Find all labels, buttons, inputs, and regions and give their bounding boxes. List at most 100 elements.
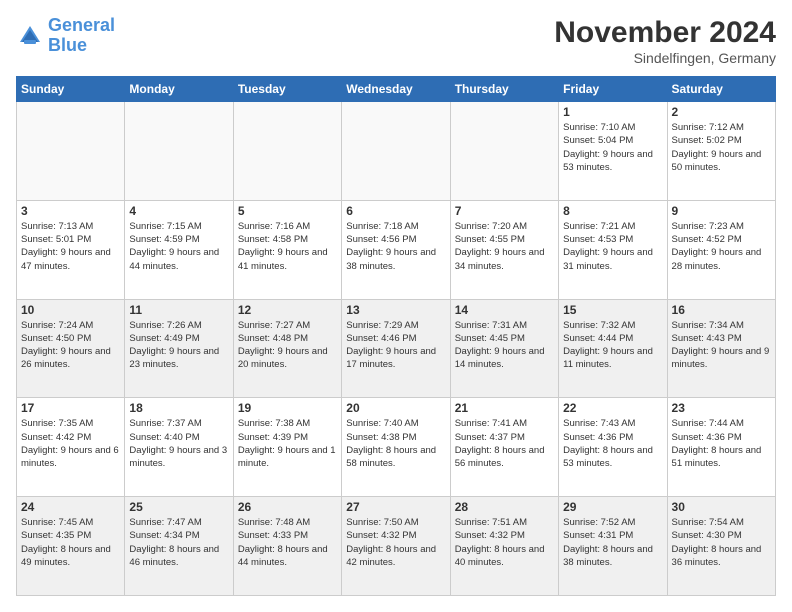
day-cell: 30 Sunrise: 7:54 AMSunset: 4:30 PMDayligh…: [667, 497, 775, 596]
day-info: Sunrise: 7:37 AMSunset: 4:40 PMDaylight:…: [129, 417, 228, 470]
daylight-label: Daylight: 9 hours: [129, 247, 203, 258]
daylight-label: Daylight: 9 hours: [455, 247, 529, 258]
day-info: Sunrise: 7:26 AMSunset: 4:49 PMDaylight:…: [129, 319, 228, 372]
day-number: 13: [346, 303, 445, 317]
day-info: Sunrise: 7:45 AMSunset: 4:35 PMDaylight:…: [21, 516, 120, 569]
day-info: Sunrise: 7:38 AMSunset: 4:39 PMDaylight:…: [238, 417, 337, 470]
day-cell: 16 Sunrise: 7:34 AMSunset: 4:43 PMDayligh…: [667, 299, 775, 398]
daylight-label: Daylight: 9 hours: [346, 247, 420, 258]
day-cell: 6Sunrise: 7:18 AMSunset: 4:56 PMDaylight…: [342, 200, 450, 299]
location: Sindelfingen, Germany: [554, 50, 776, 66]
day-number: 15: [563, 303, 662, 317]
day-cell: [17, 102, 125, 201]
day-number: 8: [563, 204, 662, 218]
day-info: Sunrise: 7:23 AMSunset: 4:52 PMDaylight:…: [672, 220, 771, 273]
day-number: 29: [563, 500, 662, 514]
week-row-3: 17Sunrise: 7:35 AMSunset: 4:42 PMDayligh…: [17, 398, 776, 497]
week-row-2: 10Sunrise: 7:24 AMSunset: 4:50 PMDayligh…: [17, 299, 776, 398]
day-info: Sunrise: 7:18 AMSunset: 4:56 PMDaylight:…: [346, 220, 445, 273]
day-number: 7: [455, 204, 554, 218]
daylight-label: Daylight: 9 hours: [672, 247, 746, 258]
day-cell: 14 Sunrise: 7:31 AMSunset: 4:45 PMDayligh…: [450, 299, 558, 398]
day-info: Sunrise: 7:51 AMSunset: 4:32 PMDaylight:…: [455, 516, 554, 569]
page: General Blue November 2024 Sindelfingen,…: [0, 0, 792, 612]
day-info: Sunrise: 7:47 AMSunset: 4:34 PMDaylight:…: [129, 516, 228, 569]
daylight-label: Daylight: 9 hours: [21, 346, 95, 357]
day-info: Sunrise: 7:27 AMSunset: 4:48 PMDaylight:…: [238, 319, 337, 372]
logo-line2: Blue: [48, 35, 87, 55]
day-info: Sunrise: 7:40 AMSunset: 4:38 PMDaylight:…: [346, 417, 445, 470]
day-cell: 24Sunrise: 7:45 AMSunset: 4:35 PMDayligh…: [17, 497, 125, 596]
day-number: 11: [129, 303, 228, 317]
day-number: 30: [672, 500, 771, 514]
day-info: Sunrise: 7:52 AMSunset: 4:31 PMDaylight:…: [563, 516, 662, 569]
daylight-label: Daylight: 9 hours: [238, 445, 312, 456]
day-cell: [450, 102, 558, 201]
col-header-sunday: Sunday: [17, 77, 125, 102]
day-info: Sunrise: 7:12 AMSunset: 5:02 PMDaylight:…: [672, 121, 771, 174]
month-title: November 2024: [554, 16, 776, 50]
col-header-wednesday: Wednesday: [342, 77, 450, 102]
header: General Blue November 2024 Sindelfingen,…: [16, 16, 776, 66]
day-info: Sunrise: 7:24 AMSunset: 4:50 PMDaylight:…: [21, 319, 120, 372]
day-cell: 12Sunrise: 7:27 AMSunset: 4:48 PMDayligh…: [233, 299, 341, 398]
day-number: 21: [455, 401, 554, 415]
daylight-label: Daylight: 9 hours: [21, 445, 95, 456]
day-cell: 1Sunrise: 7:10 AMSunset: 5:04 PMDaylight…: [559, 102, 667, 201]
day-cell: 18 Sunrise: 7:37 AMSunset: 4:40 PMDayligh…: [125, 398, 233, 497]
day-info: Sunrise: 7:20 AMSunset: 4:55 PMDaylight:…: [455, 220, 554, 273]
day-number: 22: [563, 401, 662, 415]
day-number: 18: [129, 401, 228, 415]
day-cell: 3Sunrise: 7:13 AMSunset: 5:01 PMDaylight…: [17, 200, 125, 299]
daylight-label: Daylight: 9 hours: [346, 346, 420, 357]
day-cell: 25Sunrise: 7:47 AMSunset: 4:34 PMDayligh…: [125, 497, 233, 596]
logo: General Blue: [16, 16, 115, 56]
day-number: 14: [455, 303, 554, 317]
calendar-header-row: SundayMondayTuesdayWednesdayThursdayFrid…: [17, 77, 776, 102]
day-cell: 5 Sunrise: 7:16 AMSunset: 4:58 PMDaylight…: [233, 200, 341, 299]
day-number: 20: [346, 401, 445, 415]
day-number: 23: [672, 401, 771, 415]
week-row-4: 24Sunrise: 7:45 AMSunset: 4:35 PMDayligh…: [17, 497, 776, 596]
day-cell: [342, 102, 450, 201]
col-header-friday: Friday: [559, 77, 667, 102]
logo-icon: [16, 22, 44, 50]
day-info: Sunrise: 7:10 AMSunset: 5:04 PMDaylight:…: [563, 121, 662, 174]
daylight-label: Daylight: 8 hours: [129, 544, 203, 555]
day-number: 27: [346, 500, 445, 514]
day-info: Sunrise: 7:31 AMSunset: 4:45 PMDaylight:…: [455, 319, 554, 372]
daylight-label: Daylight: 8 hours: [238, 544, 312, 555]
day-cell: 28Sunrise: 7:51 AMSunset: 4:32 PMDayligh…: [450, 497, 558, 596]
day-info: Sunrise: 7:15 AMSunset: 4:59 PMDaylight:…: [129, 220, 228, 273]
day-number: 16: [672, 303, 771, 317]
day-number: 5: [238, 204, 337, 218]
col-header-saturday: Saturday: [667, 77, 775, 102]
day-cell: 27 Sunrise: 7:50 AMSunset: 4:32 PMDayligh…: [342, 497, 450, 596]
day-info: Sunrise: 7:34 AMSunset: 4:43 PMDaylight:…: [672, 319, 771, 372]
daylight-label: Daylight: 8 hours: [563, 445, 637, 456]
day-info: Sunrise: 7:54 AMSunset: 4:30 PMDaylight:…: [672, 516, 771, 569]
logo-text: General Blue: [48, 16, 115, 56]
day-info: Sunrise: 7:41 AMSunset: 4:37 PMDaylight:…: [455, 417, 554, 470]
col-header-thursday: Thursday: [450, 77, 558, 102]
logo-line1: General: [48, 15, 115, 35]
day-cell: 15Sunrise: 7:32 AMSunset: 4:44 PMDayligh…: [559, 299, 667, 398]
day-cell: 11 Sunrise: 7:26 AMSunset: 4:49 PMDayligh…: [125, 299, 233, 398]
day-cell: 19Sunrise: 7:38 AMSunset: 4:39 PMDayligh…: [233, 398, 341, 497]
col-header-monday: Monday: [125, 77, 233, 102]
day-cell: 10Sunrise: 7:24 AMSunset: 4:50 PMDayligh…: [17, 299, 125, 398]
week-row-1: 3Sunrise: 7:13 AMSunset: 5:01 PMDaylight…: [17, 200, 776, 299]
day-cell: 17Sunrise: 7:35 AMSunset: 4:42 PMDayligh…: [17, 398, 125, 497]
day-cell: 2Sunrise: 7:12 AMSunset: 5:02 PMDaylight…: [667, 102, 775, 201]
daylight-label: Daylight: 9 hours: [129, 346, 203, 357]
day-cell: 26Sunrise: 7:48 AMSunset: 4:33 PMDayligh…: [233, 497, 341, 596]
day-cell: 29 Sunrise: 7:52 AMSunset: 4:31 PMDayligh…: [559, 497, 667, 596]
day-info: Sunrise: 7:16 AMSunset: 4:58 PMDaylight:…: [238, 220, 337, 273]
daylight-label: Daylight: 9 hours: [455, 346, 529, 357]
calendar: SundayMondayTuesdayWednesdayThursdayFrid…: [16, 76, 776, 596]
daylight-label: Daylight: 8 hours: [563, 544, 637, 555]
day-info: Sunrise: 7:50 AMSunset: 4:32 PMDaylight:…: [346, 516, 445, 569]
day-info: Sunrise: 7:29 AMSunset: 4:46 PMDaylight:…: [346, 319, 445, 372]
daylight-label: Daylight: 9 hours: [21, 247, 95, 258]
day-cell: 20 Sunrise: 7:40 AMSunset: 4:38 PMDayligh…: [342, 398, 450, 497]
